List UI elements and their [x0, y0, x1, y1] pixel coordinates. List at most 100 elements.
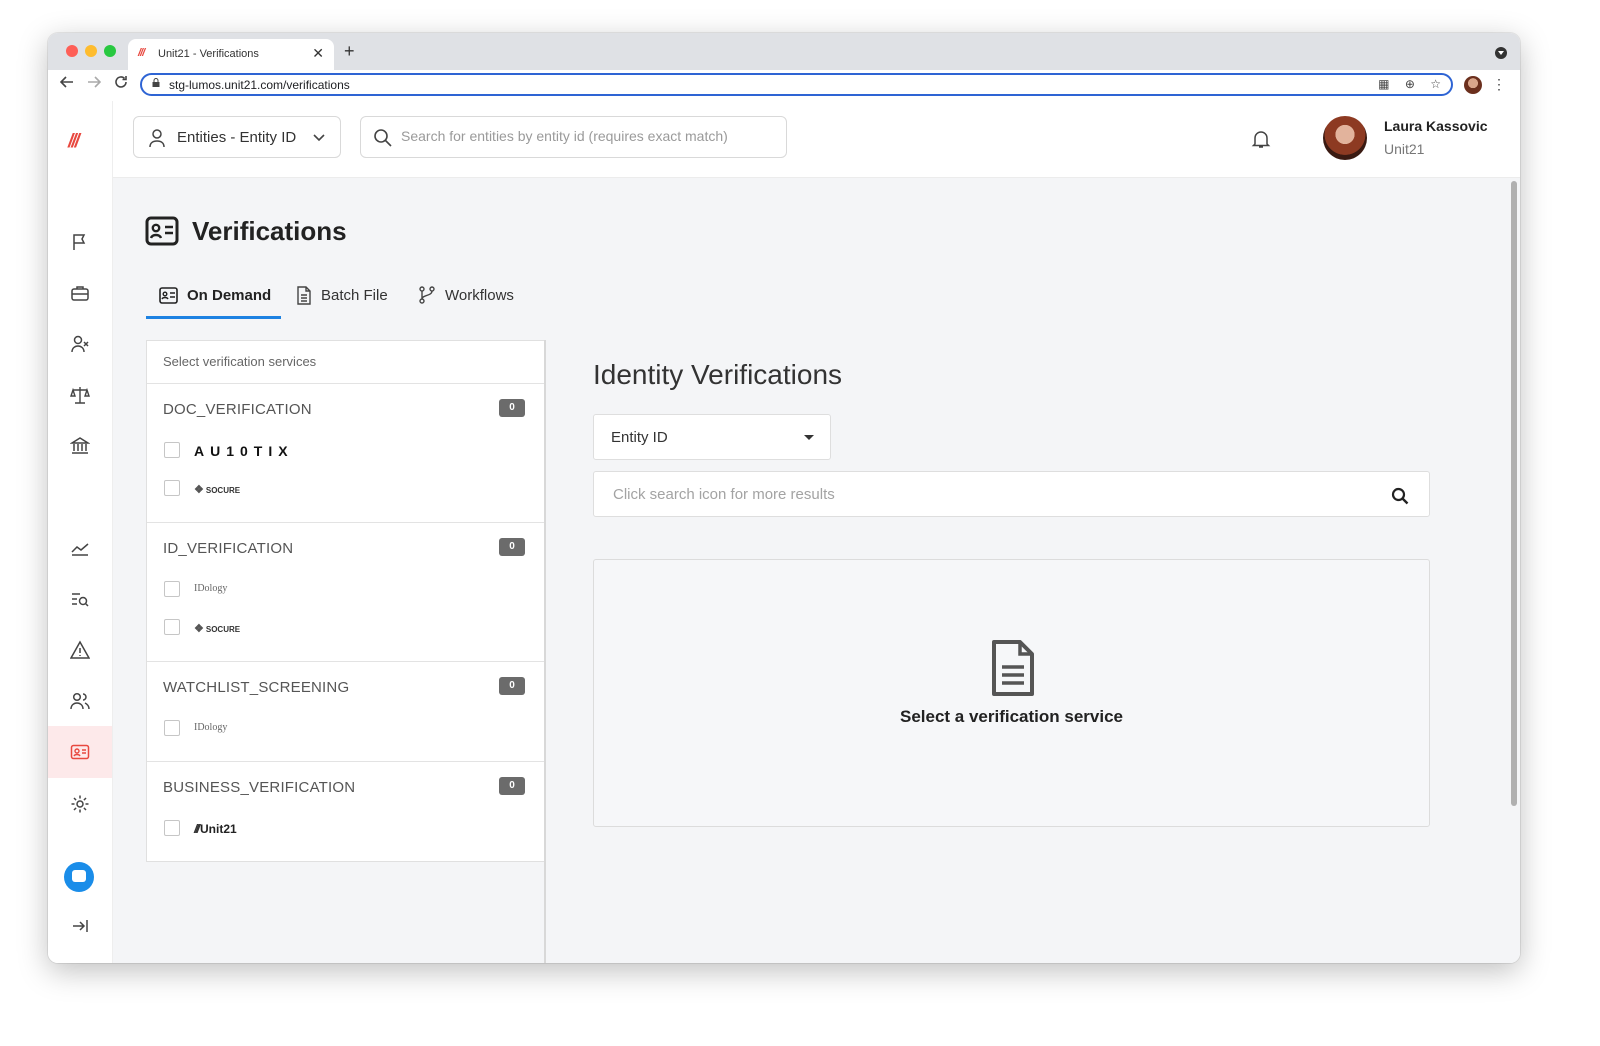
service-group-doc-verification: DOC_VERIFICATION 0 AU10TIX SOCURE — [147, 384, 545, 523]
verification-services-panel: Select verification services DOC_VERIFIC… — [146, 340, 546, 862]
service-group-watchlist-screening: WATCHLIST_SCREENING 0 IDology — [147, 662, 545, 762]
service-count-badge: 0 — [499, 399, 525, 417]
service-count-badge: 0 — [499, 677, 525, 695]
empty-state-message: Select a verification service — [899, 707, 1124, 726]
address-bar[interactable]: stg-lumos.unit21.com/verifications ▦ ⊕ ☆ — [140, 73, 1453, 96]
browser-menu-icon[interactable]: ⋮ — [1492, 76, 1506, 93]
service-checkbox[interactable] — [164, 619, 180, 635]
browser-toolbar: stg-lumos.unit21.com/verifications ▦ ⊕ ☆… — [48, 70, 1520, 102]
minimize-window-button[interactable] — [85, 45, 97, 57]
bank-icon[interactable] — [67, 433, 93, 459]
workflow-icon — [419, 286, 435, 304]
entity-type-selector[interactable]: Entities - Entity ID — [133, 116, 341, 158]
id-card-icon — [145, 216, 179, 246]
services-panel-header: Select verification services — [147, 341, 545, 384]
tab-search-icon[interactable] — [1495, 47, 1507, 59]
tab-workflows[interactable]: Workflows — [418, 273, 514, 317]
person-icon — [149, 129, 165, 148]
maximize-window-button[interactable] — [104, 45, 116, 57]
global-search-input[interactable] — [399, 127, 773, 145]
tab-batch-file[interactable]: Batch File — [296, 273, 388, 317]
socure-logo: SOCURE — [194, 622, 240, 635]
page-scrollbar[interactable] — [1508, 178, 1520, 963]
flag-icon[interactable] — [67, 229, 93, 255]
notification-bell-icon[interactable] — [1251, 129, 1271, 149]
file-icon — [297, 285, 311, 305]
tab-label: Workflows — [445, 286, 514, 304]
idology-logo: IDology — [194, 583, 228, 594]
service-count-badge: 0 — [499, 777, 525, 795]
alert-triangle-icon[interactable] — [67, 637, 93, 663]
url-text: stg-lumos.unit21.com/verifications — [169, 78, 350, 92]
back-arrow-icon[interactable] — [59, 75, 74, 94]
user-org: Unit21 — [1384, 141, 1425, 157]
empty-state-panel: Select a verification service — [593, 559, 1430, 827]
page-title-text: Verifications — [192, 216, 347, 246]
avatar[interactable] — [1323, 116, 1367, 160]
list-search-icon[interactable] — [67, 586, 93, 612]
service-group-title: WATCHLIST_SCREENING — [163, 679, 350, 696]
close-tab-icon[interactable]: ✕ — [312, 45, 324, 62]
trending-icon[interactable] — [67, 535, 93, 561]
caret-down-icon — [804, 435, 814, 440]
search-icon — [374, 129, 392, 147]
service-checkbox[interactable] — [164, 442, 180, 458]
bookmark-star-icon[interactable]: ☆ — [1430, 77, 1441, 91]
global-search-box[interactable] — [360, 116, 787, 158]
gear-icon[interactable] — [67, 791, 93, 817]
expand-arrow-icon[interactable] — [67, 913, 93, 939]
chevron-down-icon — [313, 134, 325, 142]
search-icon[interactable] — [1391, 487, 1409, 505]
identity-search-input[interactable] — [611, 485, 1375, 504]
tab-label: On Demand — [187, 286, 272, 304]
service-group-business-verification: BUSINESS_VERIFICATION 0 ///Unit21 — [147, 762, 545, 860]
forward-arrow-icon[interactable] — [87, 75, 102, 94]
user-x-icon[interactable] — [67, 331, 93, 357]
au10tix-logo: AU10TIX — [194, 443, 294, 459]
browser-tab-bar: /// Unit21 - Verifications ✕ + — [48, 33, 1520, 70]
reload-icon[interactable] — [114, 75, 128, 94]
service-group-title: DOC_VERIFICATION — [163, 401, 312, 418]
id-card-icon[interactable] — [67, 739, 93, 765]
scales-icon[interactable] — [67, 382, 93, 408]
unit21-logo[interactable]: /// — [68, 131, 80, 153]
browser-tab-title: Unit21 - Verifications — [158, 48, 259, 60]
document-icon — [992, 640, 1034, 696]
new-tab-button[interactable]: + — [344, 41, 355, 62]
unit21-vendor-name: Unit21 — [200, 822, 237, 836]
browser-window: /// Unit21 - Verifications ✕ + stg-lumos… — [48, 33, 1520, 963]
entity-selector-label: Entities - Entity ID — [177, 129, 297, 146]
lock-icon — [152, 78, 160, 87]
identity-verifications-title: Identity Verifications — [593, 359, 843, 390]
service-checkbox[interactable] — [164, 480, 180, 496]
scrollbar-thumb[interactable] — [1511, 181, 1517, 806]
top-bar: Entities - Entity ID Laura Kassovic Unit… — [113, 101, 1520, 178]
close-window-button[interactable] — [66, 45, 78, 57]
id-card-icon — [159, 286, 178, 304]
tab-label: Batch File — [321, 286, 388, 304]
chat-icon[interactable] — [64, 862, 94, 892]
service-checkbox[interactable] — [164, 820, 180, 836]
active-tab-indicator — [146, 316, 281, 319]
browser-profile-avatar[interactable] — [1464, 76, 1482, 94]
app-root: /// Entities - Entity ID Search for enti… — [48, 101, 1520, 963]
user-name[interactable]: Laura Kassovic — [1384, 118, 1488, 134]
identity-search-box[interactable] — [593, 471, 1430, 517]
service-group-id-verification: ID_VERIFICATION 0 IDology SOCURE — [147, 523, 545, 662]
tab-on-demand[interactable]: On Demand — [159, 273, 271, 317]
socure-logo: SOCURE — [194, 483, 240, 496]
unit21-vendor-logo: ///Unit21 — [194, 822, 237, 836]
service-group-title: ID_VERIFICATION — [163, 540, 294, 557]
identity-type-select[interactable]: Entity ID — [593, 414, 831, 460]
identity-type-value: Entity ID — [611, 429, 668, 446]
service-checkbox[interactable] — [164, 720, 180, 736]
briefcase-icon[interactable] — [67, 280, 93, 306]
qr-code-icon[interactable]: ▦ — [1378, 77, 1389, 91]
service-count-badge: 0 — [499, 538, 525, 556]
users-icon[interactable] — [67, 688, 93, 714]
sidebar: /// — [48, 101, 113, 963]
zoom-icon[interactable]: ⊕ — [1405, 77, 1415, 91]
service-group-title: BUSINESS_VERIFICATION — [163, 779, 356, 796]
browser-tab[interactable]: /// Unit21 - Verifications ✕ — [128, 39, 334, 70]
service-checkbox[interactable] — [164, 581, 180, 597]
